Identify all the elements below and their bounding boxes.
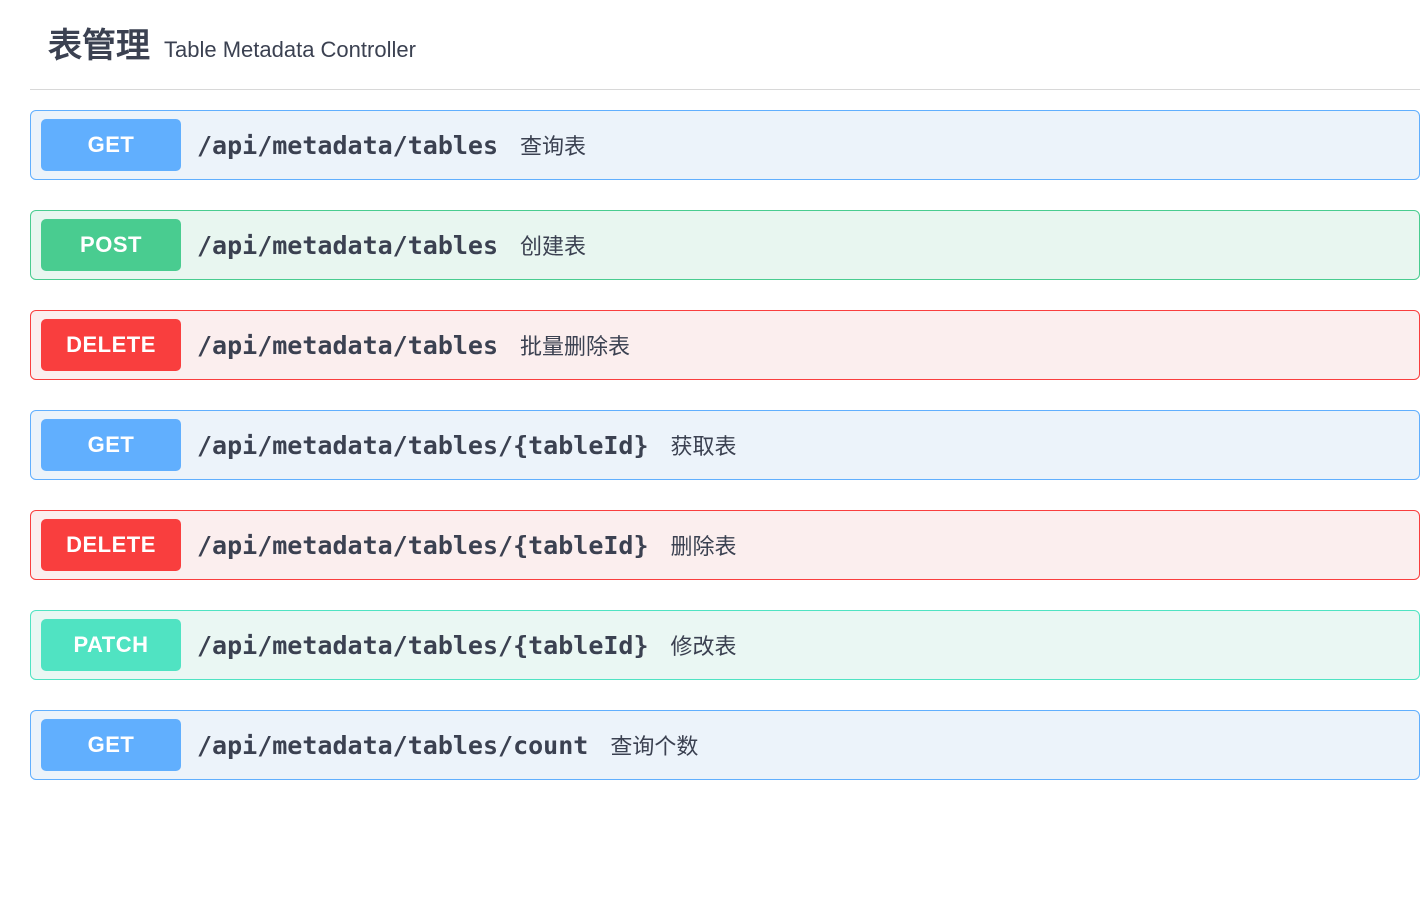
endpoint-row[interactable]: GET/api/metadata/tables/count 查询个数 xyxy=(30,710,1420,780)
endpoint-path: /api/metadata/tables/count xyxy=(197,731,588,760)
endpoint-summary: 批量删除表 xyxy=(520,329,630,361)
endpoint-path: /api/metadata/tables xyxy=(197,331,498,360)
endpoint-path: /api/metadata/tables/{tableId} xyxy=(197,631,649,660)
endpoint-path: /api/metadata/tables/{tableId} xyxy=(197,431,649,460)
endpoint-row[interactable]: POST/api/metadata/tables 创建表 xyxy=(30,210,1420,280)
endpoint-path: /api/metadata/tables/{tableId} xyxy=(197,531,649,560)
http-method-badge: GET xyxy=(41,419,181,471)
section-title: 表管理 xyxy=(48,18,150,67)
endpoint-path: /api/metadata/tables xyxy=(197,131,498,160)
http-method-badge: DELETE xyxy=(41,519,181,571)
endpoint-path: /api/metadata/tables xyxy=(197,231,498,260)
endpoint-row[interactable]: GET/api/metadata/tables/{tableId} 获取表 xyxy=(30,410,1420,480)
endpoint-row[interactable]: DELETE/api/metadata/tables/{tableId} 删除表 xyxy=(30,510,1420,580)
endpoint-summary: 查询表 xyxy=(520,129,586,161)
endpoint-row[interactable]: DELETE/api/metadata/tables 批量删除表 xyxy=(30,310,1420,380)
section-header: 表管理 Table Metadata Controller xyxy=(30,18,1420,90)
endpoint-summary: 获取表 xyxy=(671,429,737,461)
endpoint-summary: 查询个数 xyxy=(610,729,698,761)
http-method-badge: PATCH xyxy=(41,619,181,671)
http-method-badge: GET xyxy=(41,119,181,171)
endpoint-summary: 创建表 xyxy=(520,229,586,261)
endpoint-row[interactable]: GET/api/metadata/tables 查询表 xyxy=(30,110,1420,180)
http-method-badge: DELETE xyxy=(41,319,181,371)
endpoint-summary: 修改表 xyxy=(671,629,737,661)
endpoint-summary: 删除表 xyxy=(671,529,737,561)
section-subtitle: Table Metadata Controller xyxy=(164,37,416,63)
http-method-badge: GET xyxy=(41,719,181,771)
http-method-badge: POST xyxy=(41,219,181,271)
endpoint-row[interactable]: PATCH/api/metadata/tables/{tableId} 修改表 xyxy=(30,610,1420,680)
endpoints-list: GET/api/metadata/tables 查询表 POST/api/metad… xyxy=(30,90,1420,780)
